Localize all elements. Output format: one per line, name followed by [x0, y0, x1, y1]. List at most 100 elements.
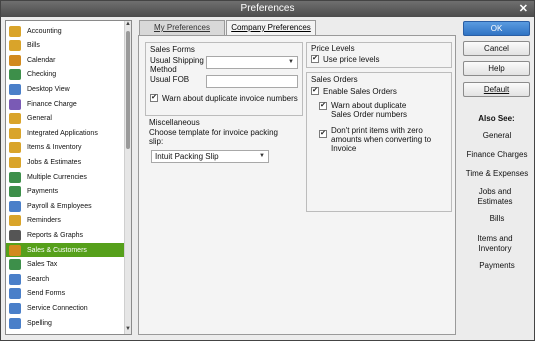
- cancel-button[interactable]: Cancel: [463, 41, 530, 56]
- sales-tax-icon: [9, 259, 21, 271]
- also-see-general[interactable]: General: [459, 131, 535, 141]
- sidebar-item-send-forms[interactable]: Send Forms: [6, 287, 126, 301]
- enable-sales-orders-checkbox[interactable]: ✔: [311, 87, 319, 95]
- shipping-method-label: Usual Shipping Method: [150, 56, 204, 74]
- sidebar-item-search[interactable]: Search: [6, 272, 126, 286]
- sidebar-item-service-connection[interactable]: Service Connection: [6, 301, 126, 315]
- scroll-up-icon[interactable]: ▲: [125, 21, 131, 29]
- also-see-title: Also See:: [478, 114, 515, 123]
- sidebar-item-checking[interactable]: Checking: [6, 68, 126, 82]
- sidebar-item-label: Reports & Graphs: [27, 231, 84, 239]
- also-see-payments[interactable]: Payments: [459, 261, 535, 271]
- sidebar-item-label: Reminders: [27, 217, 61, 225]
- sales-customers-icon: [9, 244, 21, 256]
- preferences-category-list: Spelling Service Connection Send Forms Sear…: [5, 20, 132, 335]
- help-button[interactable]: Help: [463, 61, 530, 76]
- also-see-finance-charges[interactable]: Finance Charges: [459, 150, 535, 160]
- warn-duplicate-invoice-checkbox[interactable]: ✔: [150, 94, 158, 102]
- sidebar-item-label: Finance Charge: [27, 100, 77, 108]
- sidebar-item-label: Items & Inventory: [27, 144, 82, 152]
- sidebar-item-jobs-estimates[interactable]: Jobs & Estimates: [6, 155, 126, 169]
- preferences-dialog: Preferences ✕ Spelling Service Connection…: [0, 0, 535, 341]
- sidebar-item-label: Payments: [27, 188, 59, 196]
- also-see-items-inventory[interactable]: Items and Inventory: [468, 234, 522, 254]
- default-button[interactable]: Default: [463, 82, 530, 97]
- sidebar-item-payments[interactable]: Payments: [6, 185, 126, 199]
- warn-duplicate-invoice-label: Warn about duplicate invoice numbers: [162, 94, 298, 103]
- search-icon: [9, 273, 21, 285]
- warn-duplicate-sales-order-checkbox[interactable]: ✔: [319, 102, 327, 110]
- scroll-down-icon[interactable]: ▼: [125, 326, 131, 334]
- also-see-bills[interactable]: Bills: [459, 214, 535, 224]
- scroll-thumb[interactable]: [126, 31, 130, 149]
- shipping-method-select[interactable]: ▼: [206, 56, 298, 69]
- sidebar-item-label: Sales Tax: [27, 261, 58, 269]
- spelling-icon: [9, 317, 21, 329]
- packing-slip-template-label: Choose template for invoice packing slip…: [149, 128, 278, 146]
- warn-duplicate-sales-order-label: Warn about duplicate Sales Order numbers: [331, 101, 408, 119]
- tab-company-preferences[interactable]: Company Preferences: [226, 20, 316, 36]
- sidebar-item-label: Desktop View: [27, 85, 70, 93]
- sidebar-item-reminders[interactable]: Reminders: [6, 214, 126, 228]
- finance-charge-icon: [9, 98, 21, 110]
- also-see-jobs-estimates[interactable]: Jobs and Estimates: [465, 187, 525, 207]
- sidebar-item-calendar[interactable]: Calendar: [6, 53, 126, 67]
- dont-print-zero-checkbox[interactable]: ✔: [319, 130, 327, 138]
- sidebar-item-integrated-applications[interactable]: Integrated Applications: [6, 126, 126, 140]
- desktop-view-icon: [9, 83, 21, 95]
- company-preferences-panel: Sales Forms Usual Shipping Method ▼ Usua…: [138, 35, 456, 335]
- sidebar-item-bills[interactable]: Bills: [6, 39, 126, 53]
- dont-print-zero-label: Don't print items with zero amounts when…: [331, 126, 432, 153]
- price-levels-group: Price Levels ✔ Use price levels: [306, 42, 452, 68]
- title-bar: Preferences ✕: [1, 1, 534, 17]
- payroll-employees-icon: [9, 200, 21, 212]
- sidebar-item-label: Multiple Currencies: [27, 173, 87, 181]
- sidebar-item-label: Search: [27, 275, 50, 283]
- sidebar-item-label: Payroll & Employees: [27, 202, 92, 210]
- also-see-time-expenses[interactable]: Time & Expenses: [459, 169, 535, 179]
- sidebar-item-payroll-employees[interactable]: Payroll & Employees: [6, 199, 126, 213]
- packing-slip-template-select[interactable]: Intuit Packing Slip ▼: [151, 150, 269, 163]
- use-price-levels-label: Use price levels: [323, 55, 380, 64]
- checking-icon: [9, 69, 21, 81]
- ok-button[interactable]: OK: [463, 21, 530, 36]
- category-scrollbar[interactable]: ▲ ▼: [124, 21, 131, 334]
- sidebar-item-label: Bills: [27, 42, 40, 50]
- sidebar-item-label: Accounting: [27, 27, 62, 35]
- bills-icon: [9, 40, 21, 52]
- sidebar-item-general[interactable]: General: [6, 112, 126, 126]
- price-levels-title: Price Levels: [311, 44, 355, 53]
- sidebar-item-spelling[interactable]: Spelling: [6, 316, 126, 330]
- send-forms-icon: [9, 288, 21, 300]
- sidebar-item-label: Jobs & Estimates: [27, 158, 82, 166]
- close-icon[interactable]: ✕: [519, 2, 528, 15]
- enable-sales-orders-label: Enable Sales Orders: [323, 87, 397, 96]
- sidebar-item-multiple-currencies[interactable]: Multiple Currencies: [6, 170, 126, 184]
- use-price-levels-checkbox[interactable]: ✔: [311, 55, 319, 63]
- sidebar-item-label: Sales & Customers: [27, 246, 87, 254]
- payments-icon: [9, 186, 21, 198]
- sidebar-item-label: Checking: [27, 71, 57, 79]
- sidebar-item-sales-customers[interactable]: Sales & Customers: [6, 243, 126, 257]
- sidebar-item-sales-tax[interactable]: Sales Tax: [6, 258, 126, 272]
- reports-graphs-icon: [9, 229, 21, 241]
- general-icon: [9, 113, 21, 125]
- sidebar-item-finance-charge[interactable]: Finance Charge: [6, 97, 126, 111]
- multiple-currencies-icon: [9, 171, 21, 183]
- sales-orders-title: Sales Orders: [311, 75, 358, 84]
- sidebar-item-accounting[interactable]: Accounting: [6, 24, 126, 38]
- fob-label: Usual FOB: [150, 75, 190, 84]
- tab-my-preferences[interactable]: My Preferences: [139, 20, 225, 35]
- sidebar-item-desktop-view[interactable]: Desktop View: [6, 82, 126, 96]
- sidebar-item-label: Spelling: [27, 319, 52, 327]
- sidebar-item-reports-graphs[interactable]: Reports & Graphs: [6, 228, 126, 242]
- sidebar-item-label: Service Connection: [27, 304, 88, 312]
- calendar-icon: [9, 54, 21, 66]
- sidebar-item-items-inventory[interactable]: Items & Inventory: [6, 141, 126, 155]
- service-connection-icon: [9, 302, 21, 314]
- sidebar-item-label: Calendar: [27, 56, 56, 64]
- fob-input[interactable]: [206, 75, 298, 88]
- sales-orders-group: Sales Orders ✔ Enable Sales Orders ✔ War…: [306, 72, 452, 212]
- miscellaneous-group: Miscellaneous Choose template for invoic…: [145, 115, 303, 213]
- chevron-down-icon: ▼: [259, 153, 265, 159]
